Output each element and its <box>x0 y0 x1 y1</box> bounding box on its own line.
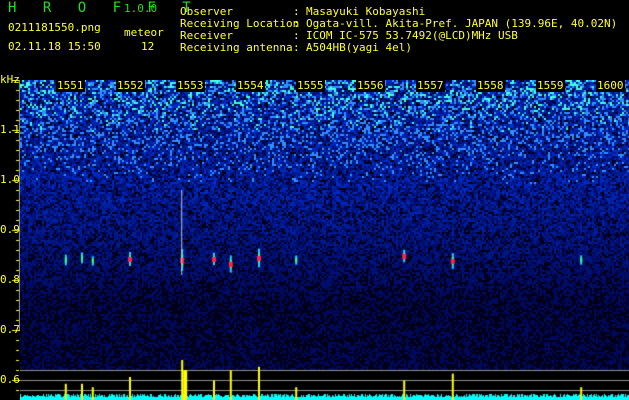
filename: 0211181550.png <box>8 21 101 34</box>
app-version: 1.0.0 <box>124 2 158 15</box>
x-tick-label: 1551 <box>56 79 85 92</box>
x-tick-label: 1554 <box>236 79 265 92</box>
meteor-count: 12 <box>141 40 155 53</box>
y-axis-ticks <box>0 80 20 400</box>
spectrogram <box>20 80 629 400</box>
meteor-label: meteor <box>124 26 164 39</box>
x-tick-label: 1559 <box>536 79 565 92</box>
x-tick-label: 1556 <box>356 79 385 92</box>
antenna-value: A504HB(yagi 4el) <box>306 41 412 54</box>
x-tick-label: 1555 <box>296 79 325 92</box>
x-tick-label: 1553 <box>176 79 205 92</box>
x-tick-label: 1557 <box>416 79 445 92</box>
hrofft-window: H R O F F T 1.0.0 0211181550.png 02.11.1… <box>0 0 629 400</box>
x-tick-label: 1558 <box>476 79 505 92</box>
datetime: 02.11.18 15:50 <box>8 40 101 53</box>
antenna-label: Receiving antenna <box>180 41 293 54</box>
x-tick-label: 1600 <box>596 79 625 92</box>
x-tick-label: 1552 <box>116 79 145 92</box>
app-title: H R O F F T <box>8 0 200 16</box>
